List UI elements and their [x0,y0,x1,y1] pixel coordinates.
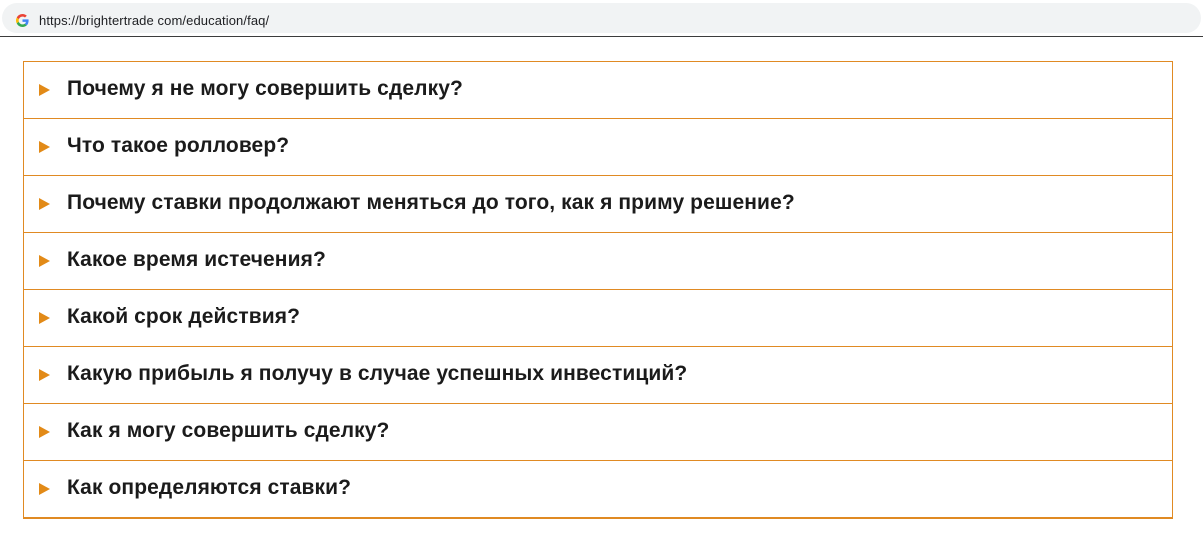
faq-item[interactable]: Как определяются ставки? [24,461,1172,517]
faq-list: Почему я не могу совершить сделку? Что т… [23,61,1173,519]
faq-item[interactable]: Какую прибыль я получу в случае успешных… [24,347,1172,404]
faq-item[interactable]: Что такое ролловер? [24,119,1172,176]
faq-item[interactable]: Какой срок действия? [24,290,1172,347]
faq-question: Какое время истечения? [67,248,326,271]
triangle-right-icon [39,426,50,438]
triangle-right-icon [39,198,50,210]
faq-item[interactable]: Как я могу совершить сделку? [24,404,1172,461]
triangle-right-icon [39,84,50,96]
faq-question: Что такое ролловер? [67,134,290,157]
faq-item[interactable]: Почему ставки продолжают меняться до тог… [24,176,1172,233]
triangle-right-icon [39,483,50,495]
triangle-right-icon [39,141,50,153]
faq-question: Какой срок действия? [67,305,301,328]
browser-address-bar: https://brightertrade com/education/faq/ [0,0,1203,37]
triangle-right-icon [39,312,50,324]
faq-question: Как я могу совершить сделку? [67,419,390,442]
faq-item[interactable]: Какое время истечения? [24,233,1172,290]
google-g-icon [16,14,29,27]
faq-question: Какую прибыль я получу в случае успешных… [67,362,688,385]
faq-question: Почему я не могу совершить сделку? [67,77,463,100]
faq-item[interactable]: Почему я не могу совершить сделку? [24,62,1172,119]
triangle-right-icon [39,255,50,267]
triangle-right-icon [39,369,50,381]
faq-question: Почему ставки продолжают меняться до тог… [67,191,795,214]
url-text: https://brightertrade com/education/faq/ [39,13,270,28]
url-field[interactable]: https://brightertrade com/education/faq/ [2,3,1201,33]
faq-question: Как определяются ставки? [67,476,352,499]
